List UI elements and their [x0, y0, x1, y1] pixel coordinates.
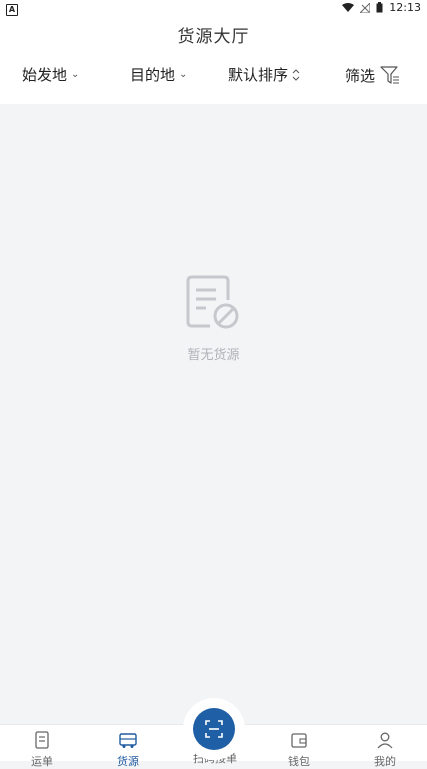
destination-filter[interactable]: 目的地 ⌄: [130, 64, 187, 85]
tab-waybill-label: 运单: [31, 755, 53, 768]
funnel-icon: [380, 66, 400, 84]
tab-mine[interactable]: 我的: [360, 731, 410, 769]
app-notification-icon: A: [6, 4, 18, 16]
truck-icon: [119, 733, 137, 748]
tab-wallet[interactable]: 钱包: [274, 731, 324, 769]
scan-icon: [205, 720, 223, 738]
scan-button-wrap: [183, 698, 245, 760]
origin-filter[interactable]: 始发地 ⌄: [22, 64, 79, 85]
origin-filter-label: 始发地: [22, 66, 68, 84]
sort-filter-label: 默认排序: [228, 66, 289, 84]
cargo-list[interactable]: 暂无货源: [0, 104, 427, 724]
no-signal-icon: [360, 2, 371, 13]
empty-state-text: 暂无货源: [187, 348, 240, 363]
filter-button-label: 筛选: [345, 66, 376, 85]
wifi-icon: [342, 2, 355, 12]
empty-state: 暂无货源: [0, 274, 427, 363]
chevron-down-icon: ⌄: [71, 69, 80, 80]
status-time: 12:13: [389, 1, 421, 14]
page-title: 货源大厅: [177, 27, 250, 47]
status-icons: 12:13: [342, 1, 421, 14]
tab-wallet-label: 钱包: [288, 755, 310, 768]
chevron-down-icon: ⌄: [179, 69, 188, 80]
document-icon: [35, 731, 49, 749]
sort-filter[interactable]: 默认排序: [228, 64, 300, 85]
header: 货源大厅 始发地 ⌄ 目的地 ⌄ 默认排序 筛选: [0, 18, 427, 104]
scan-order-button[interactable]: [193, 708, 235, 750]
battery-icon: [376, 2, 383, 13]
destination-filter-label: 目的地: [130, 66, 176, 84]
filter-button[interactable]: 筛选: [345, 64, 401, 86]
empty-document-icon: [186, 275, 238, 329]
wallet-icon: [291, 733, 307, 748]
tab-cargo[interactable]: 货源: [103, 731, 153, 769]
person-icon: [377, 732, 393, 749]
status-bar: A 12:13: [0, 0, 427, 18]
tab-mine-label: 我的: [374, 755, 396, 768]
sort-arrows-icon: [292, 68, 300, 81]
tab-waybill[interactable]: 运单: [17, 731, 67, 769]
tab-cargo-label: 货源: [117, 755, 139, 768]
filter-bar: 始发地 ⌄ 目的地 ⌄ 默认排序 筛选: [0, 64, 427, 92]
